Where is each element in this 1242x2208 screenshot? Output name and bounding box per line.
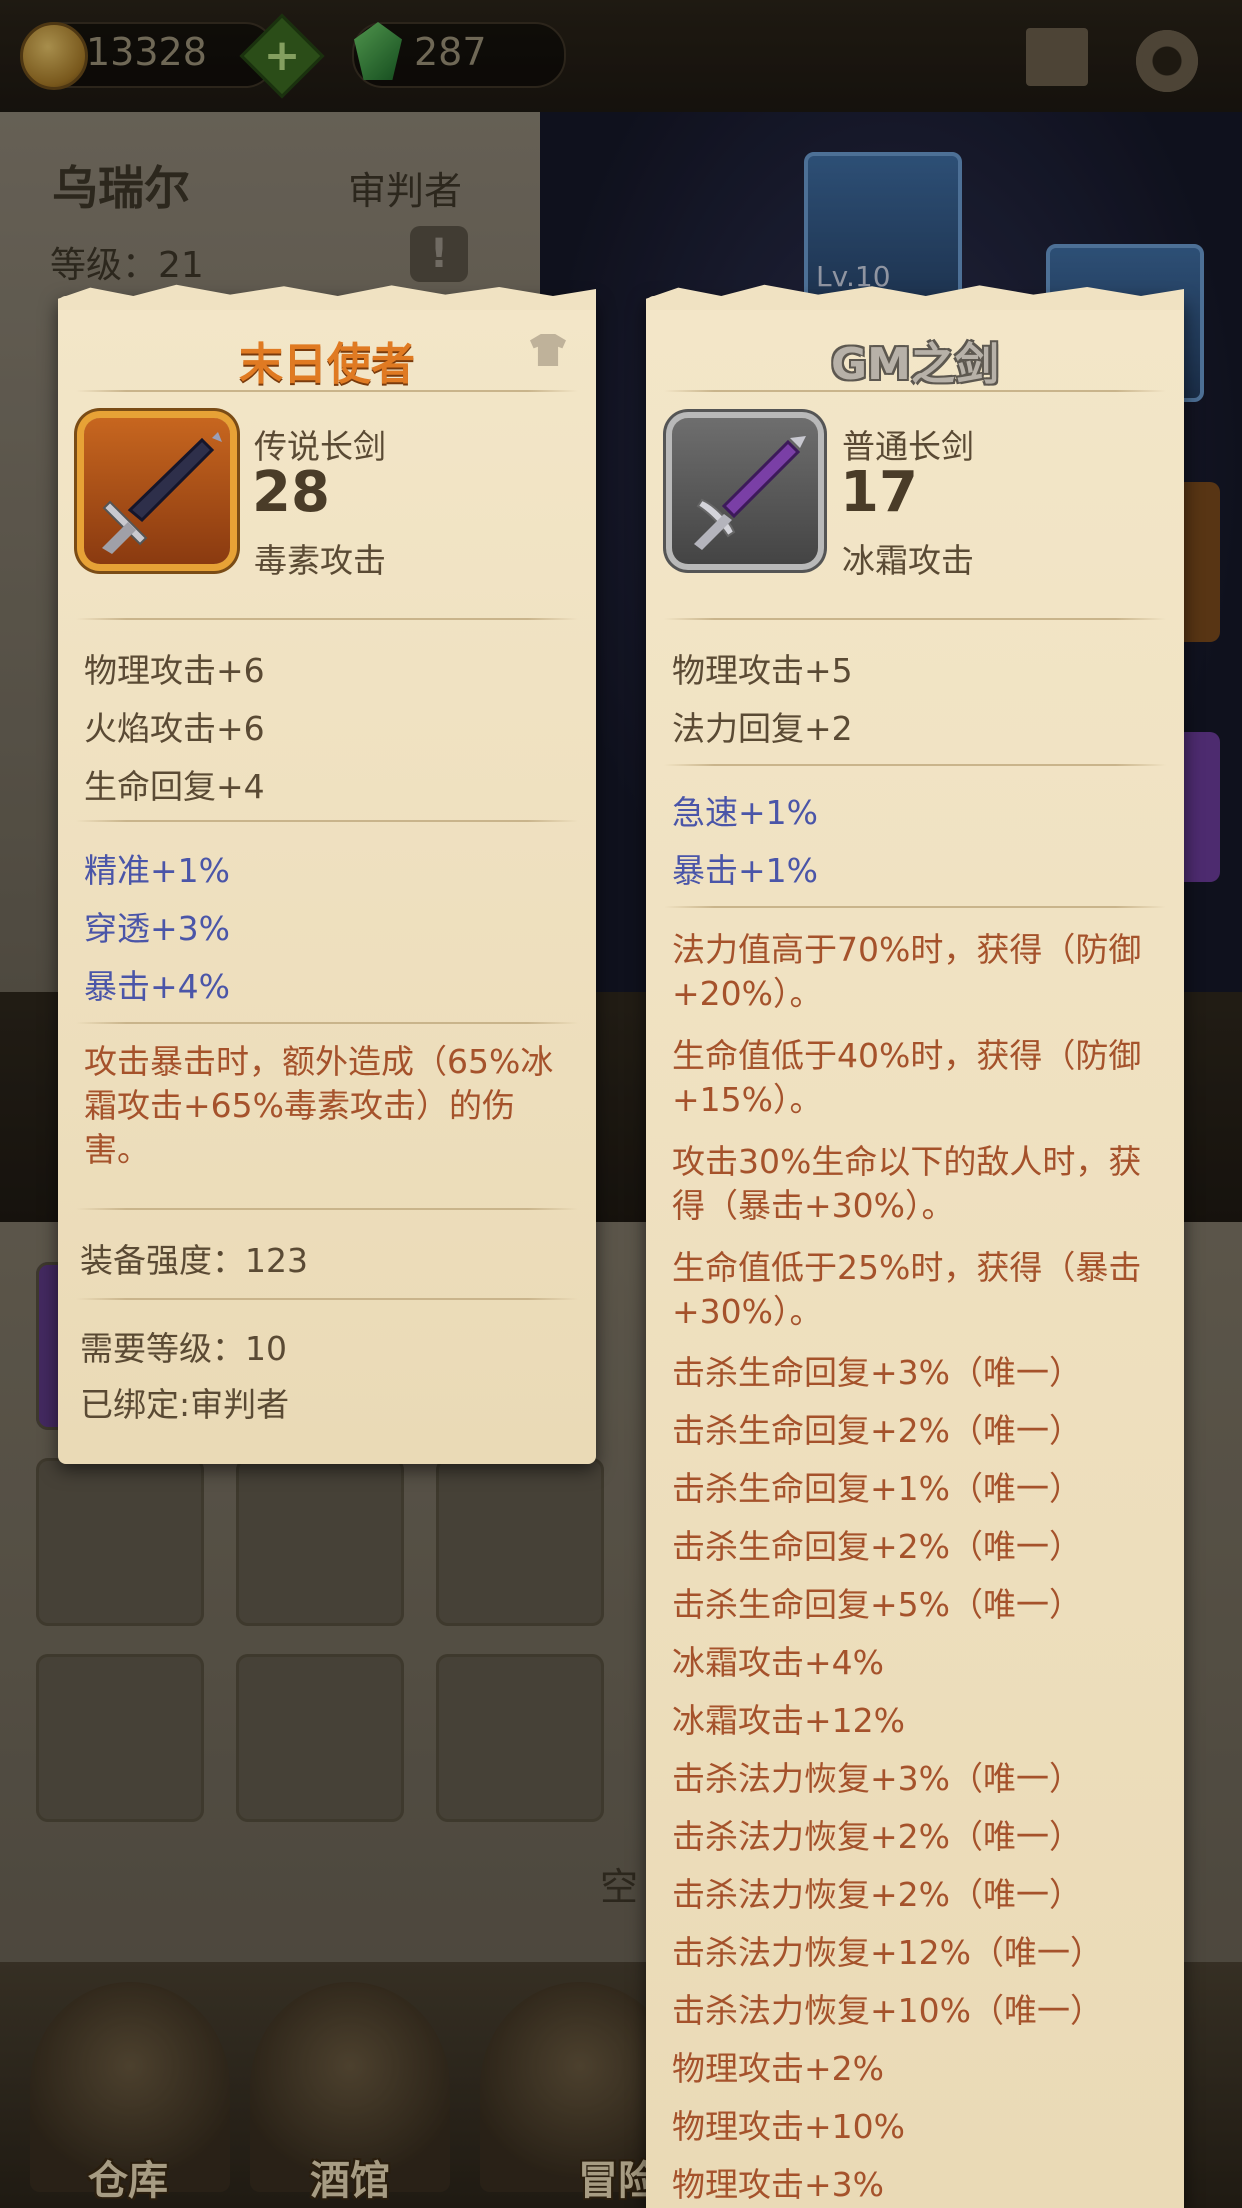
base-stat: 法力回复+2 — [672, 709, 853, 748]
base-stat: 火焰攻击+6 — [84, 709, 265, 748]
item-title: GM之剑 — [831, 339, 999, 390]
sword-icon — [672, 418, 818, 564]
effect-line: 击杀生命回复+3%（唯一） — [672, 1353, 1083, 1392]
equipped-item-card: 末日使者 传说长剑 28 毒素攻击 物理攻击+6 火焰攻击+6 生命回复+4 精… — [58, 296, 596, 1464]
bonus-stat: 暴击+4% — [84, 967, 231, 1006]
item-title: 末日使者 — [239, 339, 415, 390]
bonus-stat: 精准+1% — [84, 851, 231, 890]
item-power: 17 — [840, 460, 918, 525]
effect-line: 冰霜攻击+4% — [672, 1643, 885, 1682]
effect-line: 物理攻击+10% — [672, 2107, 905, 2146]
bound-to: 已绑定:审判者 — [80, 1385, 290, 1424]
item-power: 28 — [252, 460, 330, 525]
sword-graphic — [694, 436, 806, 550]
base-stat: 物理攻击+6 — [84, 651, 265, 690]
effect-line: 击杀法力恢复+2%（唯一） — [672, 1875, 1083, 1914]
effect-line: 击杀生命回复+1%（唯一） — [672, 1469, 1083, 1508]
compared-item-card: GM之剑 普通长剑 17 冰霜攻击 物理攻击+5 法力回复+2 急速+1% 暴击… — [646, 296, 1184, 2208]
effect-line: 法力值高于70%时，获得（防御+20%）。 — [672, 930, 1142, 1013]
sword-icon — [84, 418, 230, 564]
bonus-stat: 穿透+3% — [84, 909, 231, 948]
effect-line: 击杀法力恢复+12%（唯一） — [672, 1933, 1103, 1972]
effect-line: 冰霜攻击+12% — [672, 1701, 905, 1740]
effect-line: 击杀生命回复+5%（唯一） — [672, 1585, 1083, 1624]
effect-line: 物理攻击+2% — [672, 2049, 885, 2088]
bonus-stat: 急速+1% — [672, 793, 819, 832]
base-stat: 物理攻击+5 — [672, 651, 853, 690]
effect-line: 生命值低于40%时，获得（防御+15%）。 — [672, 1036, 1142, 1119]
base-stat: 生命回复+4 — [84, 767, 265, 806]
sword-graphic — [102, 432, 222, 554]
gear-score: 装备强度：123 — [80, 1241, 308, 1280]
required-level: 需要等级：10 — [80, 1329, 287, 1368]
special-effect: 攻击暴击时，额外造成（65%冰霜攻击+65%毒素攻击）的伤害。 — [84, 1042, 554, 1169]
effect-line: 击杀法力恢复+3%（唯一） — [672, 1759, 1083, 1798]
effect-line: 击杀法力恢复+10%（唯一） — [672, 1991, 1103, 2030]
damage-type: 冰霜攻击 — [842, 541, 974, 580]
effect-line: 攻击30%生命以下的敌人时，获得（暴击+30%）。 — [672, 1142, 1142, 1225]
effect-line: 击杀生命回复+2%（唯一） — [672, 1527, 1083, 1566]
effect-line: 物理攻击+3% — [672, 2165, 885, 2204]
effect-line: 击杀生命回复+2%（唯一） — [672, 1411, 1083, 1450]
damage-type: 毒素攻击 — [254, 541, 386, 580]
effect-line: 生命值低于25%时，获得（暴击+30%）。 — [672, 1248, 1142, 1331]
effect-line: 击杀法力恢复+2%（唯一） — [672, 1817, 1083, 1856]
bonus-stat: 暴击+1% — [672, 851, 819, 890]
